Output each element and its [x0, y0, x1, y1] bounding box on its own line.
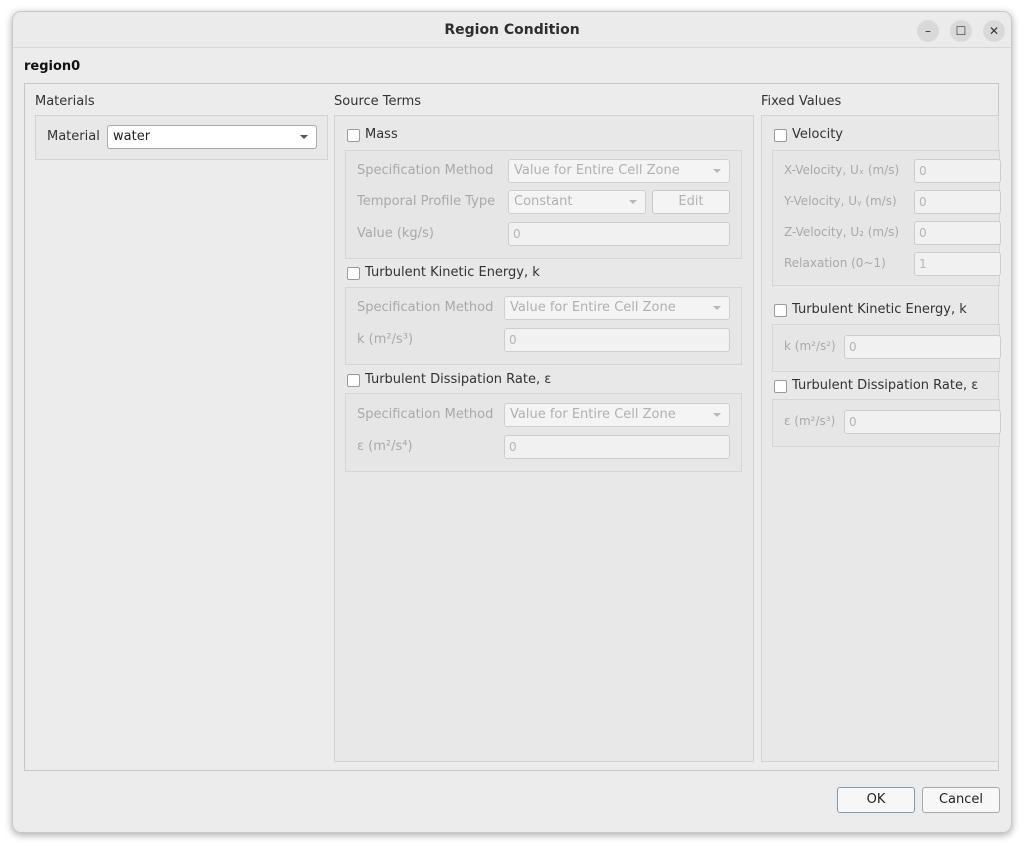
x-velocity-input[interactable]: 0 [914, 159, 1001, 183]
y-velocity-input[interactable]: 0 [914, 190, 1001, 214]
velocity-label: Velocity [792, 127, 843, 142]
tdr-source-checkbox[interactable] [347, 374, 360, 387]
materials-group: Material water [35, 115, 328, 160]
maximize-button[interactable]: ☐ [950, 20, 972, 42]
tdr-eps-input[interactable]: 0 [504, 435, 730, 459]
tke-fixed-checkbox[interactable] [774, 304, 787, 317]
source-terms-group: Mass Specification Method Value for Enti… [334, 115, 754, 762]
tke-fixed-settings: k (m²/s²) 0 [772, 324, 1001, 372]
mass-checkbox[interactable] [347, 129, 360, 142]
x-velocity-label: X-Velocity, Uₓ (m/s) [784, 163, 900, 177]
edit-button[interactable]: Edit [652, 190, 730, 214]
tke-spec-method-label: Specification Method [357, 300, 494, 315]
tdr-spec-method-select[interactable]: Value for Entire Cell Zone [504, 403, 730, 427]
tdr-source-label: Turbulent Dissipation Rate, ε [365, 372, 552, 387]
relaxation-label: Relaxation (0~1) [784, 256, 886, 270]
mass-label: Mass [365, 127, 398, 142]
close-icon: ✕ [988, 24, 1000, 38]
chevron-down-icon [713, 413, 721, 417]
region-name: region0 [24, 59, 81, 74]
close-button[interactable]: ✕ [983, 20, 1005, 42]
z-velocity-input[interactable]: 0 [914, 221, 1001, 245]
tdr-spec-method-label: Specification Method [357, 407, 494, 422]
chevron-down-icon [629, 200, 637, 204]
material-select[interactable]: water [107, 125, 317, 149]
tdr-fixed-checkbox[interactable] [774, 380, 787, 393]
cancel-button[interactable]: Cancel [922, 787, 1000, 813]
chevron-down-icon [300, 135, 308, 139]
tke-spec-method-select[interactable]: Value for Entire Cell Zone [504, 296, 730, 320]
tke-fixed-k-label: k (m²/s²) [784, 339, 836, 353]
mass-spec-method-label: Specification Method [357, 163, 494, 178]
maximize-icon: ☐ [955, 24, 967, 38]
tke-source-checkbox[interactable] [347, 267, 360, 280]
tke-fixed-k-input[interactable]: 0 [844, 335, 1001, 359]
mass-spec-method-select[interactable]: Value for Entire Cell Zone [508, 159, 730, 183]
velocity-checkbox[interactable] [774, 129, 787, 142]
region-condition-dialog: Region Condition – ☐ ✕ region0 Materials… [12, 11, 1012, 833]
tdr-fixed-settings: ε (m²/s³) 0 [772, 399, 1001, 447]
tdr-spec-method-value: Value for Entire Cell Zone [510, 407, 676, 422]
tdr-fixed-eps-label: ε (m²/s³) [784, 414, 836, 428]
relaxation-input[interactable]: 1 [914, 252, 1001, 276]
tdr-source-settings: Specification Method Value for Entire Ce… [345, 393, 742, 472]
mass-settings: Specification Method Value for Entire Ce… [345, 150, 742, 259]
mass-spec-method-value: Value for Entire Cell Zone [514, 163, 680, 178]
chevron-down-icon [713, 169, 721, 173]
y-velocity-label: Y-Velocity, Uᵧ (m/s) [784, 194, 897, 208]
tdr-fixed-label: Turbulent Dissipation Rate, ε [792, 378, 979, 393]
tke-k-input[interactable]: 0 [504, 328, 730, 352]
tdr-fixed-eps-input[interactable]: 0 [844, 410, 1001, 434]
minimize-icon: – [925, 24, 931, 38]
tke-k-label: k (m²/s³) [357, 332, 414, 347]
materials-title: Materials [35, 94, 95, 109]
material-value: water [113, 129, 151, 144]
velocity-settings: X-Velocity, Uₓ (m/s) 0 Y-Velocity, Uᵧ (m… [772, 150, 1001, 286]
tke-source-label: Turbulent Kinetic Energy, k [365, 265, 540, 280]
temporal-profile-value: Constant [514, 194, 573, 209]
tdr-eps-label: ε (m²/s⁴) [357, 439, 413, 454]
temporal-profile-select[interactable]: Constant [508, 190, 646, 214]
region-frame: Materials Material water Source Terms Ma… [24, 83, 1001, 771]
mass-value-label: Value (kg/s) [357, 226, 434, 241]
minimize-button[interactable]: – [917, 20, 939, 42]
temporal-profile-label: Temporal Profile Type [357, 194, 496, 209]
mass-value-input[interactable]: 0 [508, 222, 730, 246]
ok-button[interactable]: OK [837, 787, 915, 813]
chevron-down-icon [713, 306, 721, 310]
tke-fixed-label: Turbulent Kinetic Energy, k [792, 302, 967, 317]
tke-source-settings: Specification Method Value for Entire Ce… [345, 287, 742, 365]
fixed-values-title: Fixed Values [761, 94, 842, 109]
source-terms-title: Source Terms [334, 94, 422, 109]
material-label: Material [47, 129, 100, 144]
z-velocity-label: Z-Velocity, U₂ (m/s) [784, 225, 900, 239]
fixed-values-group: Velocity X-Velocity, Uₓ (m/s) 0 Y-Veloci… [761, 115, 1001, 762]
tke-spec-method-value: Value for Entire Cell Zone [510, 300, 676, 315]
window-title: Region Condition [444, 22, 580, 38]
